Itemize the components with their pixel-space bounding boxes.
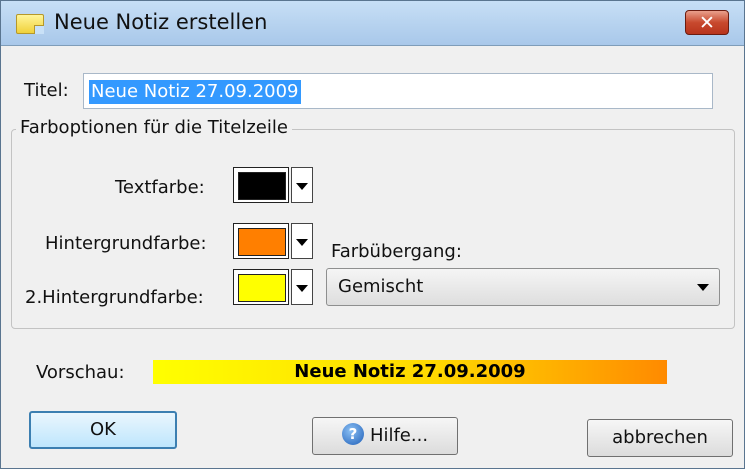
hintergrundfarbe2-dropdown-button[interactable] xyxy=(291,269,313,305)
vorschau-label: Vorschau: xyxy=(36,362,125,383)
hintergrundfarbe2-label: 2.Hintergrundfarbe: xyxy=(25,287,204,308)
hintergrundfarbe-label: Hintergrundfarbe: xyxy=(45,233,207,254)
window-title: Neue Notiz erstellen xyxy=(54,10,268,34)
note-icon xyxy=(16,14,44,34)
help-button-label: Hilfe... xyxy=(369,425,429,446)
hintergrundfarbe-swatch[interactable] xyxy=(233,223,289,259)
hintergrundfarbe2-swatch[interactable] xyxy=(233,269,289,305)
farbuebergang-label: Farbübergang: xyxy=(331,241,462,262)
help-button[interactable]: ? Hilfe... xyxy=(312,417,458,455)
hintergrundfarbe2-fill xyxy=(238,274,286,302)
color-options-legend: Farboptionen für die Titelzeile xyxy=(16,117,292,138)
titel-input-value: Neue Notiz 27.09.2009 xyxy=(89,80,301,104)
hintergrundfarbe-dropdown-button[interactable] xyxy=(291,223,313,259)
close-button[interactable]: ✕ xyxy=(685,10,729,35)
help-icon: ? xyxy=(341,423,364,445)
titel-label: Titel: xyxy=(24,80,69,101)
note-dialog: Neue Notiz erstellen ✕ Titel: Neue Notiz… xyxy=(0,0,745,469)
cancel-button[interactable]: abbrechen xyxy=(587,419,733,457)
textfarbe-label: Textfarbe: xyxy=(115,177,205,198)
preview-bar: Neue Notiz 27.09.2009 xyxy=(153,360,667,384)
textfarbe-fill xyxy=(238,172,286,200)
chevron-down-icon xyxy=(697,284,709,291)
title-bar[interactable]: Neue Notiz erstellen ✕ xyxy=(1,1,744,46)
hintergrundfarbe-fill xyxy=(238,228,286,256)
farbuebergang-select[interactable]: Gemischt xyxy=(326,268,720,306)
farbuebergang-value: Gemischt xyxy=(338,276,424,297)
titel-input[interactable]: Neue Notiz 27.09.2009 xyxy=(83,73,713,109)
textfarbe-swatch[interactable] xyxy=(233,167,289,203)
ok-button[interactable]: OK xyxy=(29,411,177,449)
textfarbe-dropdown-button[interactable] xyxy=(291,167,313,203)
